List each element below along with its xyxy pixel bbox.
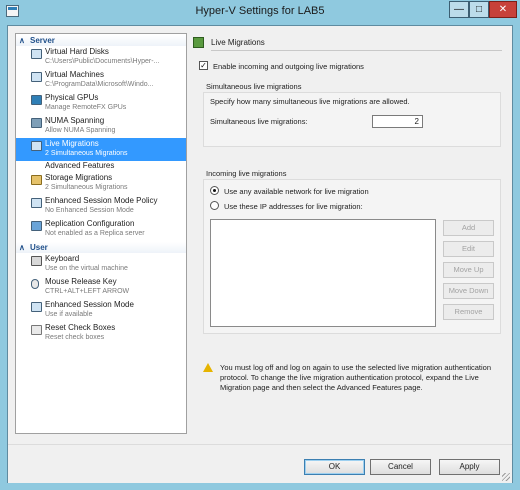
- live-migration-icon: [31, 141, 42, 151]
- simultaneous-description: Specify how many simultaneous live migra…: [210, 97, 410, 106]
- dialog-button-bar: OK Cancel Apply: [8, 444, 512, 483]
- apply-button[interactable]: Apply: [439, 459, 500, 475]
- enable-live-migrations-checkbox[interactable]: ✓: [199, 61, 208, 70]
- dialog-client-area: ∧ Server Virtual Hard Disks C:\Users\Pub…: [7, 25, 513, 483]
- sidebar-item-advanced-features[interactable]: Advanced Features: [16, 161, 186, 172]
- sidebar-item-physical-gpus[interactable]: Physical GPUs Manage RemoteFX GPUs: [16, 92, 186, 115]
- use-any-network-radio[interactable]: [210, 186, 219, 195]
- gpu-icon: [31, 95, 42, 105]
- title-bar[interactable]: Hyper-V Settings for LAB5 — □ ✕: [0, 0, 520, 25]
- maximize-button[interactable]: □: [469, 1, 489, 18]
- keyboard-icon: [31, 256, 42, 266]
- window-title: Hyper-V Settings for LAB5: [195, 5, 325, 17]
- sidebar-item-enhanced-session-mode[interactable]: Enhanced Session Mode Use if available: [16, 299, 186, 322]
- sidebar-item-replication-configuration[interactable]: Replication Configuration Not enabled as…: [16, 218, 186, 241]
- sidebar-item-keyboard[interactable]: Keyboard Use on the virtual machine: [16, 253, 186, 276]
- sidebar-item-live-migrations[interactable]: Live Migrations 2 Simultaneous Migration…: [16, 138, 186, 161]
- live-migration-icon: [193, 37, 204, 48]
- ip-address-list[interactable]: [210, 219, 436, 327]
- settings-navigation-tree[interactable]: ∧ Server Virtual Hard Disks C:\Users\Pub…: [15, 33, 187, 434]
- simultaneous-group-label: Simultaneous live migrations: [206, 82, 302, 91]
- ok-button[interactable]: OK: [304, 459, 365, 475]
- simultaneous-migrations-input[interactable]: 2: [372, 115, 423, 128]
- resize-grip-icon[interactable]: [502, 473, 510, 481]
- session-policy-icon: [31, 198, 42, 208]
- add-button[interactable]: Add: [443, 220, 494, 236]
- sidebar-item-virtual-hard-disks[interactable]: Virtual Hard Disks C:\Users\Public\Docum…: [16, 46, 186, 69]
- sidebar-item-numa-spanning[interactable]: NUMA Spanning Allow NUMA Spanning: [16, 115, 186, 138]
- close-button[interactable]: ✕: [489, 1, 517, 18]
- simultaneous-field-label: Simultaneous live migrations:: [210, 117, 308, 126]
- header-divider: [211, 50, 502, 51]
- settings-window: Hyper-V Settings for LAB5 — □ ✕ ∧ Server…: [0, 0, 520, 490]
- numa-icon: [31, 118, 42, 128]
- collapse-chevron-icon[interactable]: ∧: [19, 242, 25, 253]
- virtual-hard-disk-icon: [31, 49, 42, 59]
- move-up-button[interactable]: Move Up: [443, 262, 494, 278]
- sidebar-item-virtual-machines[interactable]: Virtual Machines C:\ProgramData\Microsof…: [16, 69, 186, 92]
- sidebar-item-storage-migrations[interactable]: Storage Migrations 2 Simultaneous Migrat…: [16, 172, 186, 195]
- sidebar-item-reset-check-boxes[interactable]: Reset Check Boxes Reset check boxes: [16, 322, 186, 345]
- storage-migration-icon: [31, 175, 42, 185]
- reset-icon: [31, 325, 42, 335]
- collapse-chevron-icon[interactable]: ∧: [19, 35, 25, 46]
- pane-header: Live Migrations: [191, 36, 506, 51]
- mouse-icon: [31, 279, 39, 289]
- cancel-button[interactable]: Cancel: [370, 459, 431, 475]
- minimize-button[interactable]: —: [449, 1, 469, 18]
- incoming-group-label: Incoming live migrations: [206, 169, 287, 178]
- session-mode-icon: [31, 302, 42, 312]
- virtual-machine-icon: [31, 72, 42, 82]
- warning-icon: [203, 363, 213, 372]
- edit-button[interactable]: Edit: [443, 241, 494, 257]
- use-ip-addresses-radio[interactable]: [210, 201, 219, 210]
- server-section-header[interactable]: ∧ Server: [16, 35, 186, 46]
- warning-message: You must log off and log on again to use…: [220, 363, 492, 392]
- pane-title: Live Migrations: [211, 38, 265, 47]
- sidebar-item-mouse-release-key[interactable]: Mouse Release Key CTRL+ALT+LEFT ARROW: [16, 276, 186, 299]
- user-section-header[interactable]: ∧ User: [16, 242, 186, 253]
- use-ip-addresses-label: Use these IP addresses for live migratio…: [224, 202, 363, 211]
- move-down-button[interactable]: Move Down: [443, 283, 494, 299]
- remove-button[interactable]: Remove: [443, 304, 494, 320]
- enable-live-migrations-label: Enable incoming and outgoing live migrat…: [213, 62, 364, 71]
- replication-icon: [31, 221, 42, 231]
- live-migrations-pane: Live Migrations ✓ Enable incoming and ou…: [191, 33, 506, 434]
- use-any-network-label: Use any available network for live migra…: [224, 187, 369, 196]
- sidebar-item-enhanced-session-mode-policy[interactable]: Enhanced Session Mode Policy No Enhanced…: [16, 195, 186, 218]
